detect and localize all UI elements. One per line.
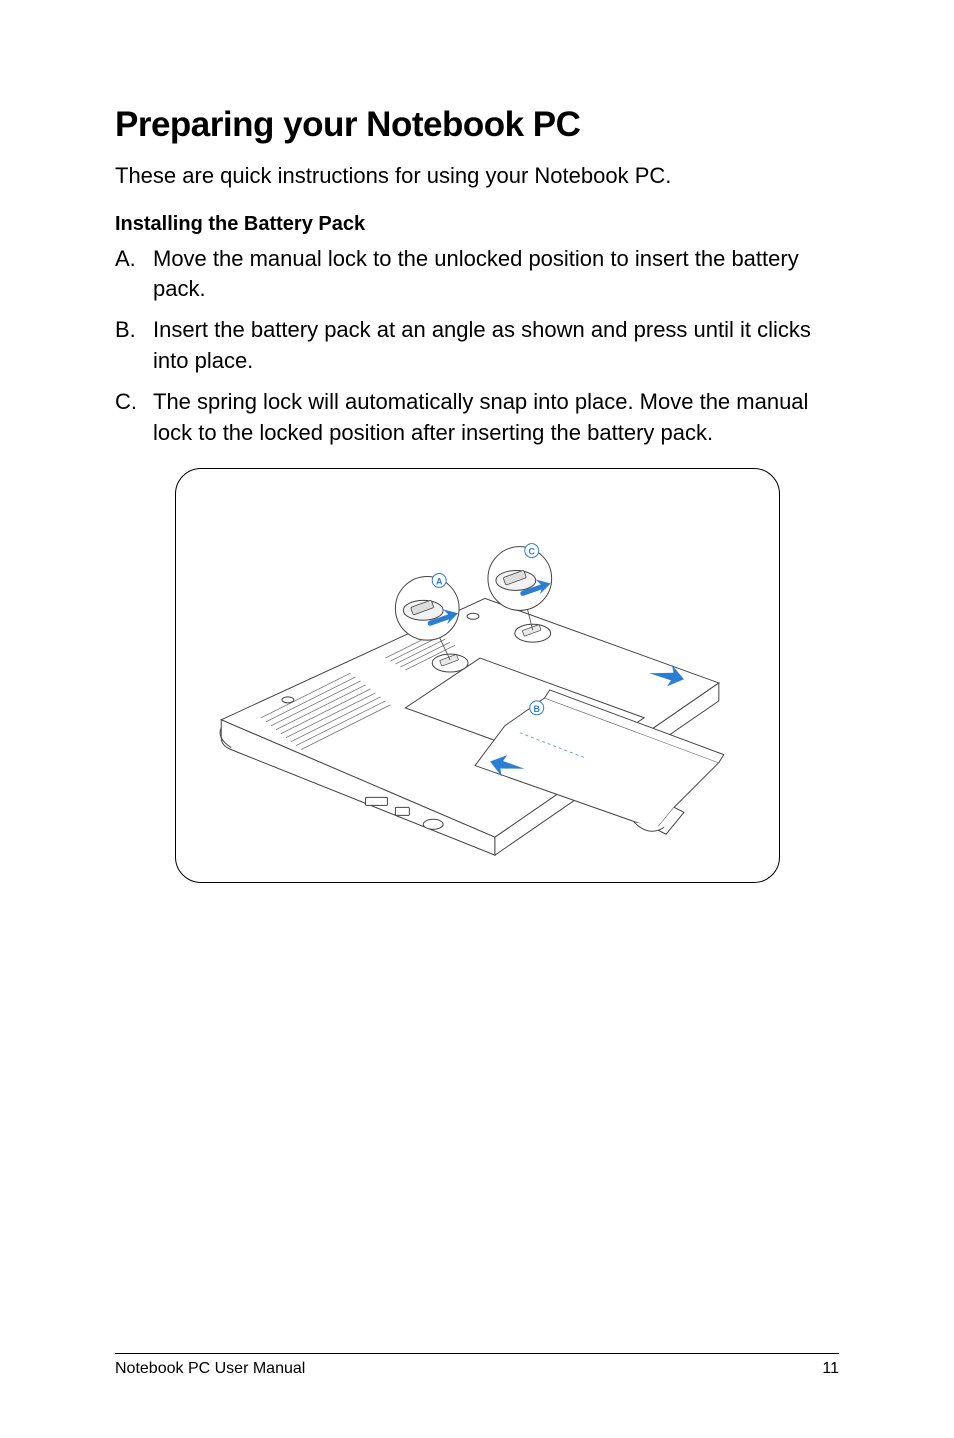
step-a: A. Move the manual lock to the unlocked … xyxy=(115,244,839,306)
manual-lock-a-icon xyxy=(432,655,468,673)
intro-text: These are quick instructions for using y… xyxy=(115,161,839,191)
step-text: The spring lock will automatically snap … xyxy=(153,387,839,449)
callout-b-icon: B xyxy=(529,701,543,715)
step-c: C. The spring lock will automatically sn… xyxy=(115,387,839,449)
footer-page-number: 11 xyxy=(822,1360,839,1378)
step-text: Move the manual lock to the unlocked pos… xyxy=(153,244,839,306)
step-list: A. Move the manual lock to the unlocked … xyxy=(115,244,839,449)
svg-text:A: A xyxy=(435,577,442,587)
step-text: Insert the battery pack at an angle as s… xyxy=(153,315,839,377)
step-letter: B. xyxy=(115,315,153,377)
section-subhead: Installing the Battery Pack xyxy=(115,213,839,236)
page-title: Preparing your Notebook PC xyxy=(115,105,839,145)
svg-text:C: C xyxy=(528,547,535,557)
battery-install-diagram: A C B xyxy=(175,468,780,883)
footer-left: Notebook PC User Manual xyxy=(115,1360,305,1378)
step-letter: A. xyxy=(115,244,153,306)
step-letter: C. xyxy=(115,387,153,449)
page-footer: Notebook PC User Manual 11 xyxy=(115,1353,839,1378)
spring-lock-c-icon xyxy=(514,625,550,643)
svg-text:B: B xyxy=(533,704,540,714)
step-b: B. Insert the battery pack at an angle a… xyxy=(115,315,839,377)
